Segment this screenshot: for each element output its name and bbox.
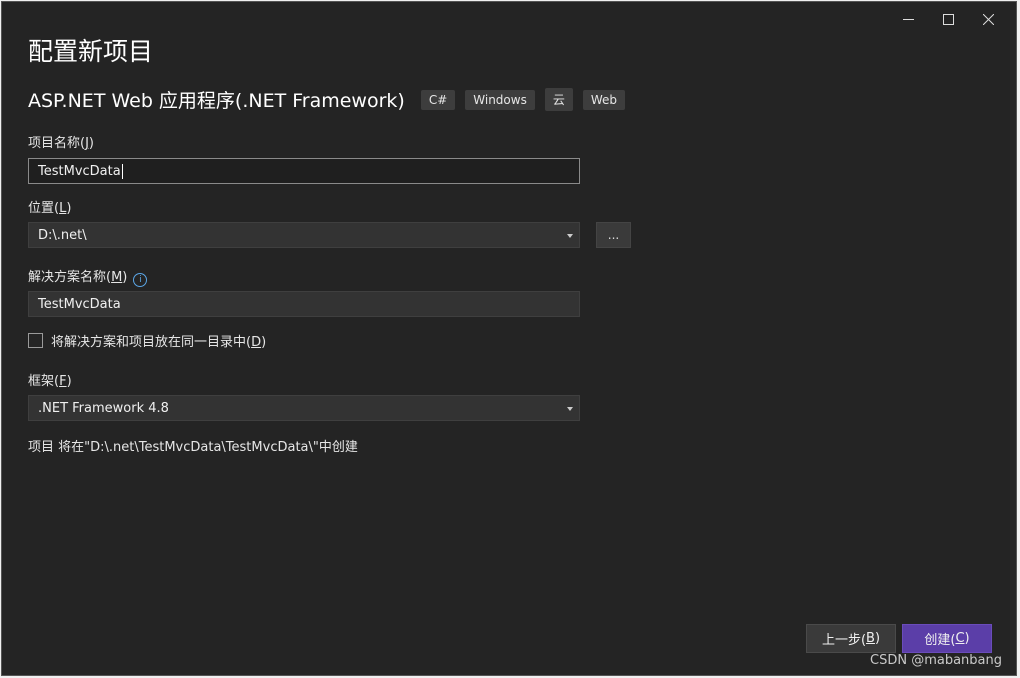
tag-platform: Windows [465,89,535,110]
create-button[interactable]: 创建(C) [902,624,992,653]
solution-name-value: TestMvcData [38,296,121,312]
same-directory-checkbox[interactable] [28,333,43,348]
info-icon[interactable]: i [133,273,148,287]
window-controls [888,8,1008,30]
tag-web: Web [582,89,626,110]
framework-value: .NET Framework 4.8 [38,400,169,416]
configure-project-window: 配置新项目 ASP.NET Web 应用程序(.NET Framework) C… [1,1,1017,676]
solution-name-input[interactable]: TestMvcData [28,291,580,317]
solution-name-label: 解决方案名称(M) i [28,266,148,287]
maximize-icon[interactable] [928,8,968,30]
creation-path-note: 项目 将在"D:\.net\TestMvcData\TestMvcData\"中… [28,440,358,455]
tag-cloud: 云 [544,88,573,111]
project-type-name: ASP.NET Web 应用程序(.NET Framework) [28,90,405,112]
close-icon[interactable] [968,8,1008,30]
page-title: 配置新项目 [28,37,154,66]
location-value: D:\.net\ [38,227,87,243]
tag-language: C# [420,89,456,110]
chevron-down-icon[interactable] [567,234,573,238]
watermark: CSDN @mabanbang [870,653,1002,668]
location-label: 位置(L) [28,201,72,216]
project-name-value: TestMvcData [38,163,121,179]
framework-label: 框架(F) [28,374,72,389]
project-type-row: ASP.NET Web 应用程序(.NET Framework) C# Wind… [28,86,635,113]
back-button[interactable]: 上一步(B) [806,624,896,653]
text-caret [121,163,123,179]
project-name-input[interactable]: TestMvcData [28,158,580,184]
browse-button[interactable]: ... [596,222,631,248]
project-name-label: 项目名称(J) [28,136,94,151]
same-directory-option[interactable]: 将解决方案和项目放在同一目录中(D) [28,331,266,350]
location-combobox[interactable]: D:\.net\ [28,222,580,248]
framework-select[interactable]: .NET Framework 4.8 [28,395,580,421]
chevron-down-icon[interactable] [567,407,573,411]
same-directory-label: 将解决方案和项目放在同一目录中(D) [51,335,267,350]
minimize-icon[interactable] [888,8,928,30]
